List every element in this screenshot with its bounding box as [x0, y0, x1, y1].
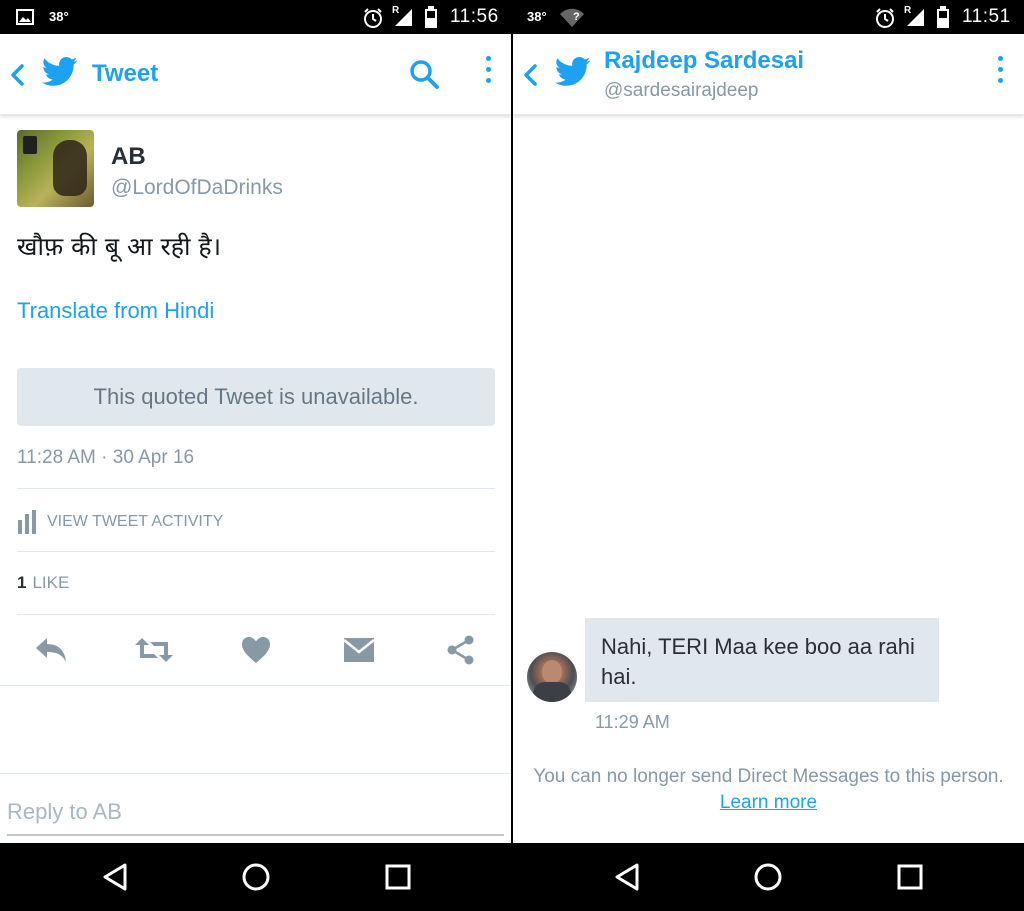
nav-recents-icon	[385, 864, 411, 890]
retweet-button[interactable]	[134, 632, 174, 668]
nav-recents-button[interactable]	[380, 859, 416, 895]
divider	[0, 773, 511, 774]
alarm-icon	[876, 8, 894, 28]
battery-icon	[937, 6, 949, 28]
gallery-notification-icon	[16, 9, 34, 25]
clock: 11:56	[450, 6, 499, 27]
nav-back-button[interactable]	[609, 859, 645, 895]
reply-button[interactable]	[31, 632, 71, 668]
page-title: Tweet	[92, 60, 159, 87]
search-icon[interactable]	[408, 58, 440, 90]
quoted-tweet-message: This quoted Tweet is unavailable.	[93, 384, 419, 409]
reply-input[interactable]	[7, 790, 504, 836]
app-bar: Rajdeep Sardesai @sardesairajdeep	[513, 34, 1024, 115]
nav-bar	[0, 843, 511, 911]
reply-icon	[36, 638, 66, 662]
wifi-icon	[560, 8, 584, 27]
likes-count[interactable]: 1 LIKE	[17, 573, 69, 593]
share-icon	[447, 635, 474, 665]
nav-home-icon	[754, 863, 782, 891]
nav-bar	[513, 843, 1024, 911]
share-button[interactable]	[441, 632, 481, 668]
activity-label: VIEW TWEET ACTIVITY	[47, 513, 224, 530]
heart-icon	[242, 637, 270, 663]
avatar[interactable]	[527, 652, 577, 702]
view-tweet-activity-button[interactable]: VIEW TWEET ACTIVITY	[17, 507, 223, 537]
overflow-menu-icon[interactable]	[483, 56, 493, 92]
temperature: 38°	[527, 9, 547, 24]
dm-disabled-text: You can no longer send Direct Messages t…	[533, 766, 1004, 787]
nav-back-button[interactable]	[97, 859, 133, 895]
conversation-handle: @sardesairajdeep	[604, 80, 759, 101]
avatar[interactable]	[17, 130, 94, 207]
wifi-unknown-indicator: ?	[573, 11, 580, 23]
direct-message-screen: 38° ? R 11:51 Rajdeep Sardesai @sardesai…	[513, 0, 1024, 911]
tweet-detail-screen: 38° R 11:56 Tweet AB @LordOfDaDrinks खौफ…	[0, 0, 511, 911]
translate-link[interactable]: Translate from Hindi	[17, 298, 214, 324]
twitter-bird-icon	[555, 57, 591, 86]
nav-recents-icon	[897, 864, 923, 890]
direct-message-button[interactable]	[339, 632, 379, 668]
like-button[interactable]	[236, 632, 276, 668]
conversation-title: Rajdeep Sardesai	[604, 47, 805, 74]
back-arrow-icon[interactable]	[521, 63, 541, 87]
nav-back-icon	[615, 863, 639, 891]
nav-home-button[interactable]	[750, 859, 786, 895]
nav-home-button[interactable]	[238, 859, 274, 895]
nav-recents-button[interactable]	[892, 859, 928, 895]
learn-more-link[interactable]: Learn more	[720, 792, 817, 813]
envelope-icon	[343, 638, 375, 662]
author-name[interactable]: AB	[111, 143, 146, 171]
nav-home-icon	[242, 863, 270, 891]
divider	[17, 551, 495, 552]
signal-icon	[907, 9, 924, 26]
nav-back-icon	[103, 863, 127, 891]
overflow-menu-icon[interactable]	[995, 56, 1005, 92]
quoted-tweet-unavailable: This quoted Tweet is unavailable.	[17, 368, 495, 426]
back-arrow-icon[interactable]	[8, 63, 28, 87]
author-handle[interactable]: @LordOfDaDrinks	[111, 176, 283, 200]
status-bar: 38° R 11:56	[0, 0, 511, 34]
status-bar: 38° ? R 11:51	[513, 0, 1024, 34]
divider	[17, 488, 495, 489]
divider	[0, 685, 511, 686]
message-time: 11:29 AM	[595, 712, 670, 732]
like-count-label: LIKE	[32, 573, 70, 592]
bar-chart-icon	[18, 510, 36, 534]
signal-icon	[395, 9, 412, 26]
message-bubble: Nahi, TERI Maa kee boo aa rahi hai.	[585, 618, 939, 702]
tweet-timestamp: 11:28 AM · 30 Apr 16	[17, 447, 195, 468]
battery-icon	[425, 6, 437, 28]
app-bar: Tweet	[0, 34, 511, 115]
clock: 11:51	[962, 6, 1011, 27]
dm-disabled-notice: You can no longer send Direct Messages t…	[513, 764, 1024, 816]
like-count-number: 1	[17, 573, 27, 592]
tweet-text: खौफ़ की बू आ रही है।	[17, 232, 222, 261]
alarm-icon	[364, 8, 382, 28]
divider	[17, 614, 495, 615]
retweet-icon	[135, 638, 173, 662]
twitter-bird-icon	[42, 57, 78, 86]
temperature: 38°	[49, 9, 69, 24]
